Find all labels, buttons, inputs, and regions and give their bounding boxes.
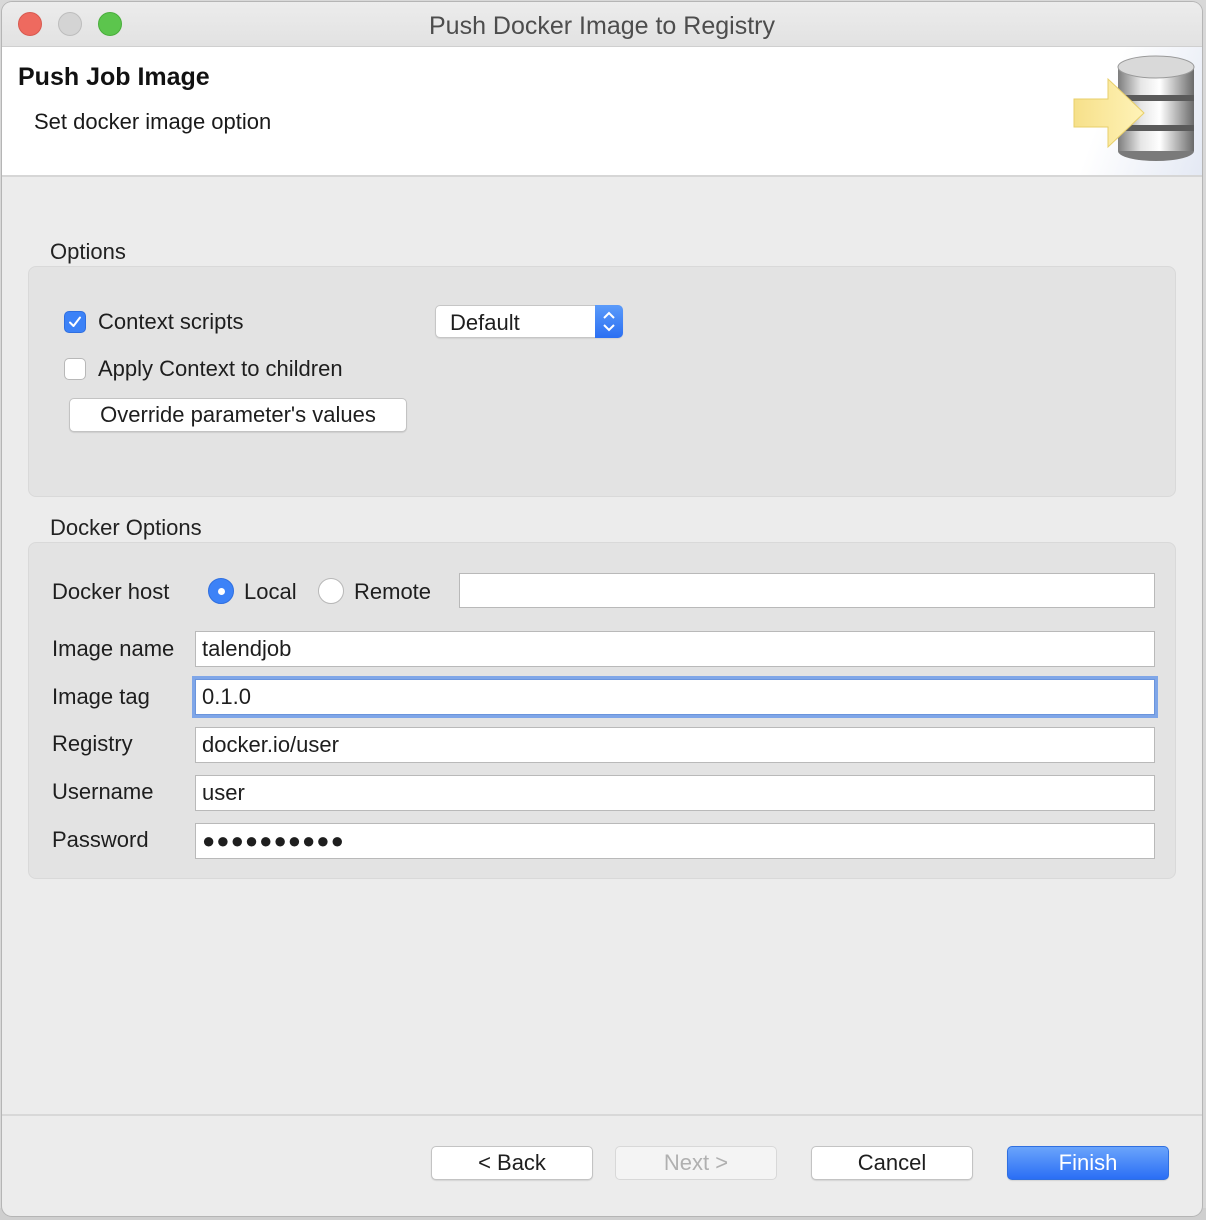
checkmark-icon bbox=[69, 316, 81, 327]
next-button[interactable]: Next > bbox=[615, 1146, 777, 1180]
remote-host-input[interactable] bbox=[459, 573, 1155, 608]
image-name-input[interactable] bbox=[195, 631, 1155, 667]
context-scripts-label: Context scripts bbox=[98, 309, 244, 334]
apply-context-checkbox[interactable] bbox=[64, 358, 86, 380]
database-import-icon bbox=[1072, 47, 1202, 175]
registry-input[interactable] bbox=[195, 727, 1155, 763]
docker-host-remote-label: Remote bbox=[354, 579, 432, 604]
cancel-button[interactable]: Cancel bbox=[811, 1146, 973, 1180]
override-parameters-button[interactable]: Override parameter's values bbox=[69, 398, 407, 432]
docker-options-section-label: Docker Options bbox=[50, 515, 202, 540]
image-tag-label: Image tag bbox=[52, 684, 150, 709]
username-input[interactable] bbox=[195, 775, 1155, 811]
context-select[interactable]: Default bbox=[435, 305, 623, 338]
select-stepper-icon bbox=[595, 305, 623, 338]
image-name-label: Image name bbox=[52, 636, 175, 661]
context-scripts-checkbox[interactable] bbox=[64, 311, 86, 333]
password-input[interactable] bbox=[195, 823, 1155, 859]
apply-context-label: Apply Context to children bbox=[98, 356, 343, 381]
registry-label: Registry bbox=[52, 731, 133, 756]
options-section-label: Options bbox=[50, 239, 126, 264]
docker-host-label: Docker host bbox=[52, 579, 170, 604]
docker-host-local-label: Local bbox=[244, 579, 297, 604]
page-subtitle: Set docker image option bbox=[34, 109, 272, 134]
window-title: Push Docker Image to Registry bbox=[429, 12, 775, 40]
image-tag-input[interactable] bbox=[195, 679, 1155, 715]
back-button[interactable]: < Back bbox=[431, 1146, 593, 1180]
dialog-window: Push Docker Image to Registry Push Job I… bbox=[2, 2, 1202, 1216]
context-select-value: Default bbox=[450, 310, 520, 335]
password-label: Password bbox=[52, 827, 149, 852]
wizard-header: Push Job Image Set docker image option bbox=[2, 47, 1202, 177]
docker-host-remote-radio[interactable] bbox=[318, 578, 344, 604]
page-title: Push Job Image bbox=[18, 63, 210, 91]
footer-divider bbox=[2, 1114, 1202, 1116]
username-label: Username bbox=[52, 779, 154, 804]
finish-button[interactable]: Finish bbox=[1007, 1146, 1169, 1180]
docker-host-local-radio[interactable] bbox=[208, 578, 234, 604]
title-bar: Push Docker Image to Registry bbox=[2, 2, 1202, 47]
